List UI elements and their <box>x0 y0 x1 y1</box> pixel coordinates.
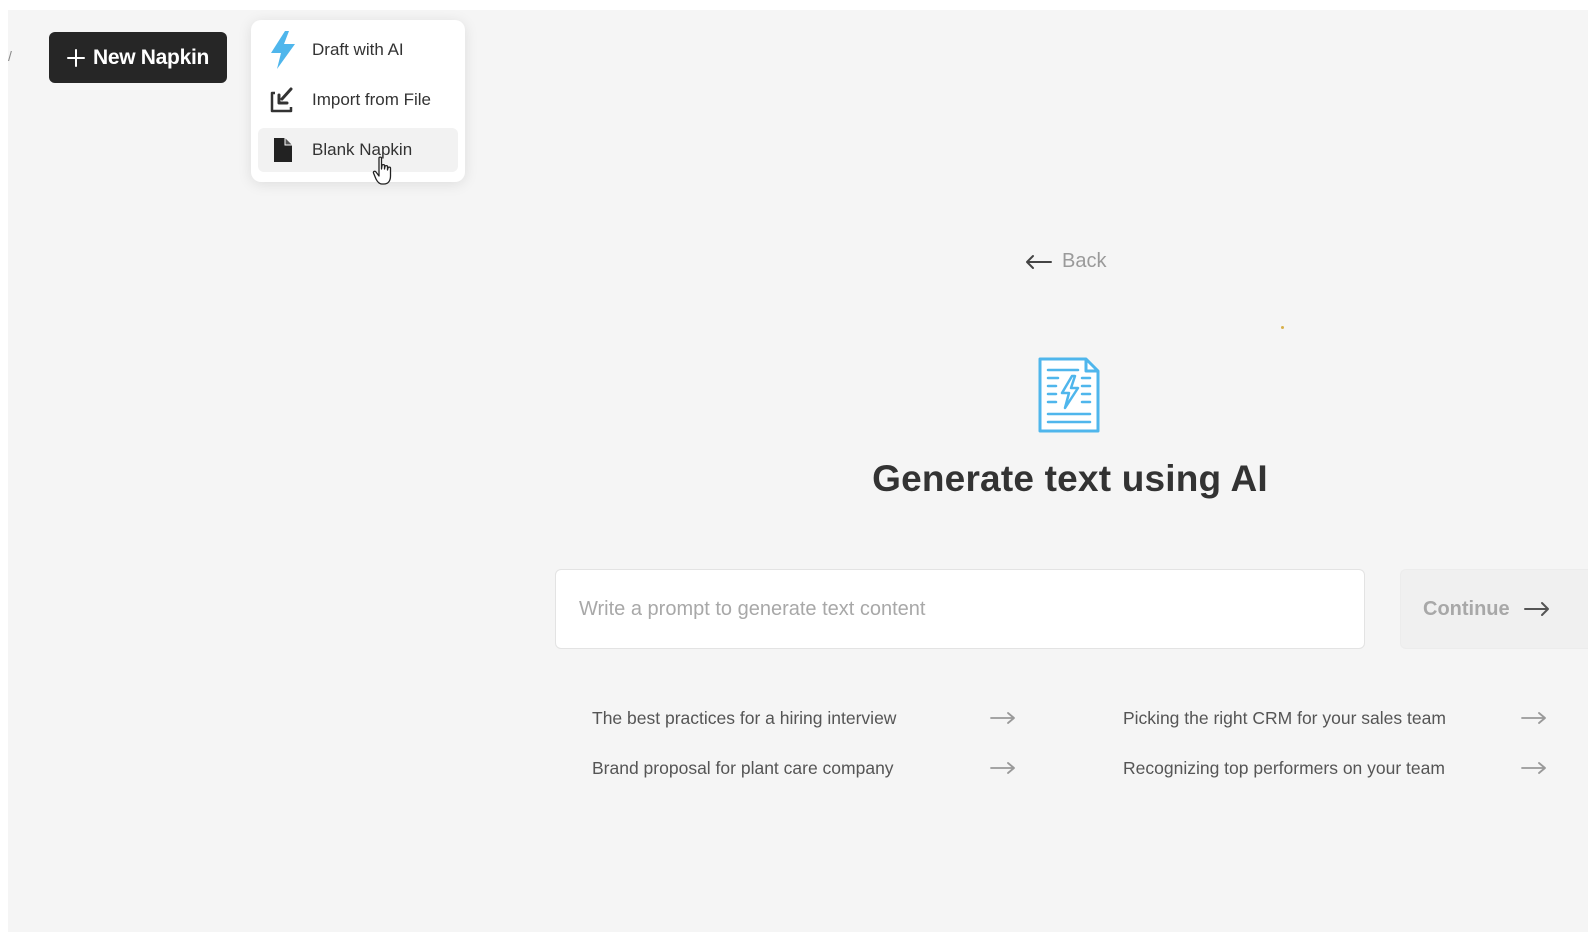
new-napkin-label: New Napkin <box>92 45 210 69</box>
back-label: Back <box>1062 250 1107 272</box>
suggestion-label: Brand proposal for plant care company <box>592 757 894 778</box>
hand-cursor-icon <box>372 156 392 185</box>
import-file-icon <box>267 84 299 116</box>
menu-item-label: Blank Napkin <box>312 140 413 159</box>
prompt-input[interactable] <box>555 569 1365 649</box>
suggestion-label: Picking the right CRM for your sales tea… <box>1123 707 1446 728</box>
arrow-right-icon <box>988 761 1016 775</box>
suggestion-item[interactable]: Brand proposal for plant care company <box>592 748 1016 788</box>
blank-document-icon <box>267 134 299 166</box>
continue-label: Continue <box>1423 597 1510 620</box>
edge-mark: / <box>8 48 12 64</box>
suggestion-item[interactable]: Picking the right CRM for your sales tea… <box>1123 698 1547 738</box>
suggestion-label: Recognizing top performers on your team <box>1123 757 1445 778</box>
arrow-right-icon <box>1519 761 1547 775</box>
page-title: Generate text using AI <box>872 458 1268 499</box>
suggestion-item[interactable]: Recognizing top performers on your team <box>1123 748 1547 788</box>
ai-document-icon <box>1038 357 1100 433</box>
app-canvas <box>8 10 1588 932</box>
menu-item-label: Draft with AI <box>312 40 404 59</box>
arrow-right-icon <box>988 711 1016 725</box>
arrow-right-icon <box>1519 711 1547 725</box>
menu-item-import-from-file[interactable]: Import from File <box>258 78 458 122</box>
new-napkin-dropdown: Draft with AI Import from File Blank Nap… <box>251 20 465 182</box>
suggestion-label: The best practices for a hiring intervie… <box>592 707 897 728</box>
menu-item-draft-with-ai[interactable]: Draft with AI <box>258 28 458 72</box>
menu-item-label: Import from File <box>312 90 432 109</box>
new-napkin-button[interactable]: New Napkin <box>49 32 227 83</box>
lightning-icon <box>267 31 299 69</box>
continue-button[interactable]: Continue <box>1400 569 1588 649</box>
stray-dot <box>1281 326 1284 329</box>
plus-icon <box>66 48 85 67</box>
menu-item-blank-napkin[interactable]: Blank Napkin <box>258 128 458 172</box>
suggestion-item[interactable]: The best practices for a hiring intervie… <box>592 698 1016 738</box>
back-link[interactable]: Back <box>1024 250 1106 273</box>
arrow-left-icon <box>1026 254 1052 269</box>
arrow-right-icon <box>1523 602 1549 616</box>
